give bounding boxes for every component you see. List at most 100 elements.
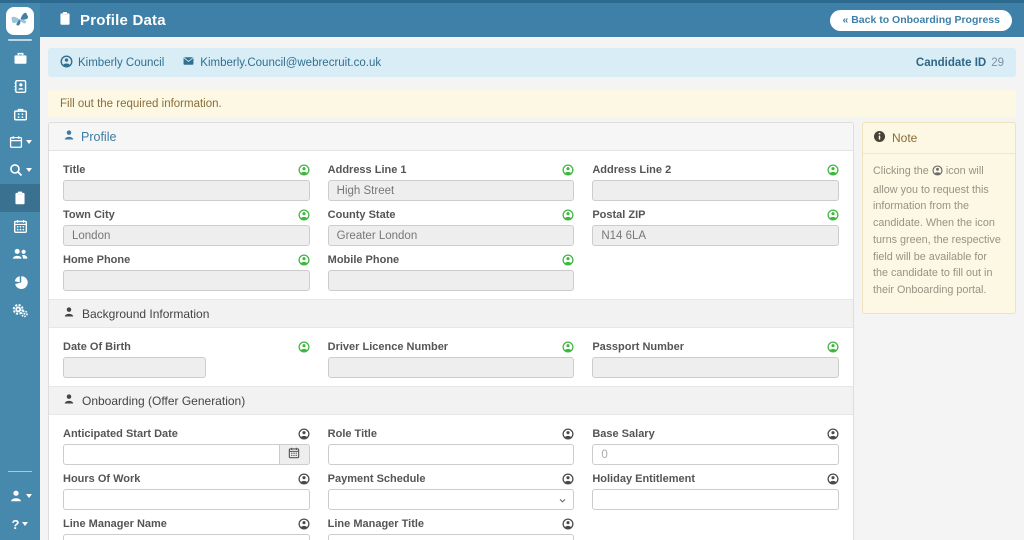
town-city-input	[63, 225, 310, 246]
field-mobile-phone: Mobile Phone	[328, 253, 575, 291]
field-label: Mobile Phone	[328, 254, 400, 266]
back-to-onboarding-button[interactable]: « Back to Onboarding Progress	[830, 10, 1012, 31]
request-info-icon[interactable]	[827, 341, 839, 353]
request-info-icon[interactable]	[562, 254, 574, 266]
field-base-salary: Base Salary	[592, 427, 839, 465]
request-info-icon[interactable]	[827, 428, 839, 440]
sidebar-divider	[8, 471, 32, 472]
field-label: Anticipated Start Date	[63, 428, 178, 440]
mobile-phone-input	[328, 270, 575, 291]
request-info-icon[interactable]	[298, 209, 310, 221]
sidebar-item-portfolio[interactable]	[0, 100, 40, 128]
field-holiday-entitlement: Holiday Entitlement	[592, 472, 839, 510]
request-info-icon[interactable]	[562, 473, 574, 485]
sidebar-item-search-menu[interactable]	[0, 156, 40, 184]
field-label: Hours Of Work	[63, 473, 140, 485]
field-label: Role Title	[328, 428, 377, 440]
holiday-entitlement-input[interactable]	[592, 489, 839, 510]
app-logo[interactable]	[0, 0, 40, 44]
sidebar-item-profile-data[interactable]	[0, 184, 40, 212]
field-label: Home Phone	[63, 254, 130, 266]
anticipated-start-date-input[interactable]	[63, 444, 280, 465]
sidebar-item-contacts[interactable]	[0, 72, 40, 100]
logo-divider	[8, 39, 32, 41]
field-label: Payment Schedule	[328, 473, 426, 485]
caret-down-icon	[22, 522, 28, 526]
request-info-icon[interactable]	[298, 254, 310, 266]
cogs-icon	[12, 302, 28, 318]
date-of-birth-input	[63, 357, 206, 378]
user-icon	[63, 306, 75, 321]
datepicker-button[interactable]	[280, 444, 310, 465]
request-info-icon[interactable]	[827, 209, 839, 221]
line-manager-name-input[interactable]	[63, 534, 310, 540]
sidebar-item-schedule-menu[interactable]	[0, 128, 40, 156]
field-label: Address Line 1	[328, 164, 407, 176]
sidebar-item-calendar[interactable]	[0, 212, 40, 240]
field-label: County State	[328, 209, 396, 221]
sidebar-item-settings[interactable]	[0, 296, 40, 324]
title-input	[63, 180, 310, 201]
hours-of-work-input[interactable]	[63, 489, 310, 510]
field-address-line-2: Address Line 2	[592, 163, 839, 201]
field-label: Town City	[63, 209, 115, 221]
request-info-icon[interactable]	[827, 164, 839, 176]
sidebar-item-help-menu[interactable]: ?	[0, 510, 40, 538]
field-label: Base Salary	[592, 428, 654, 440]
users-icon	[12, 246, 28, 262]
request-info-icon[interactable]	[298, 473, 310, 485]
briefcase-icon	[13, 51, 28, 66]
county-state-input	[328, 225, 575, 246]
calendar-icon	[9, 135, 23, 149]
request-info-icon[interactable]	[562, 341, 574, 353]
field-label: Holiday Entitlement	[592, 473, 695, 485]
request-info-icon[interactable]	[562, 164, 574, 176]
caret-down-icon	[26, 494, 32, 498]
pie-chart-icon	[13, 275, 28, 290]
field-role-title: Role Title	[328, 427, 575, 465]
calendar-grid-icon	[13, 219, 28, 234]
candidate-info-bar: Kimberly Council Kimberly.Council@webrec…	[48, 48, 1016, 77]
request-info-icon[interactable]	[827, 473, 839, 485]
role-title-input[interactable]	[328, 444, 575, 465]
caret-down-icon	[26, 140, 32, 144]
driver-licence-number-input	[328, 357, 575, 378]
request-info-icon[interactable]	[562, 428, 574, 440]
calendar-icon	[288, 446, 300, 464]
field-label: Line Manager Name	[63, 518, 167, 530]
caret-down-icon	[26, 168, 32, 172]
chevron-down-icon	[558, 496, 567, 508]
sidebar-item-reports[interactable]	[0, 268, 40, 296]
home-phone-input	[63, 270, 310, 291]
request-info-icon[interactable]	[562, 209, 574, 221]
request-info-icon[interactable]	[298, 164, 310, 176]
field-anticipated-start-date: Anticipated Start Date	[63, 427, 310, 465]
note-heading: Note	[863, 123, 1015, 154]
page-header: Profile Data « Back to Onboarding Progre…	[40, 0, 1024, 37]
request-info-icon[interactable]	[298, 428, 310, 440]
onboarding-offer-generation-heading: Onboarding (Offer Generation)	[49, 386, 853, 415]
field-label: Passport Number	[592, 341, 684, 353]
request-info-icon[interactable]	[298, 341, 310, 353]
base-salary-input[interactable]	[592, 444, 839, 465]
sidebar-item-jobs[interactable]	[0, 44, 40, 72]
field-label: Line Manager Title	[328, 518, 424, 530]
content-area: Kimberly Council Kimberly.Council@webrec…	[40, 37, 1024, 540]
line-manager-title-input[interactable]	[328, 534, 575, 540]
passport-number-input	[592, 357, 839, 378]
candidate-id: Candidate ID 29	[916, 57, 1004, 69]
address-book-icon	[13, 79, 28, 94]
sidebar-item-account-menu[interactable]	[0, 482, 40, 510]
request-info-icon[interactable]	[562, 518, 574, 530]
sidebar-item-candidates[interactable]	[0, 240, 40, 268]
user-icon	[9, 489, 23, 503]
field-hours-of-work: Hours Of Work	[63, 472, 310, 510]
field-label: Postal ZIP	[592, 209, 645, 221]
postal-zip-input	[592, 225, 839, 246]
field-label: Date Of Birth	[63, 341, 131, 353]
user-icon	[63, 393, 75, 408]
request-info-icon[interactable]	[298, 518, 310, 530]
payment-schedule-select[interactable]	[328, 489, 575, 510]
field-date-of-birth: Date Of Birth	[63, 340, 310, 378]
field-town-city: Town City	[63, 208, 310, 246]
